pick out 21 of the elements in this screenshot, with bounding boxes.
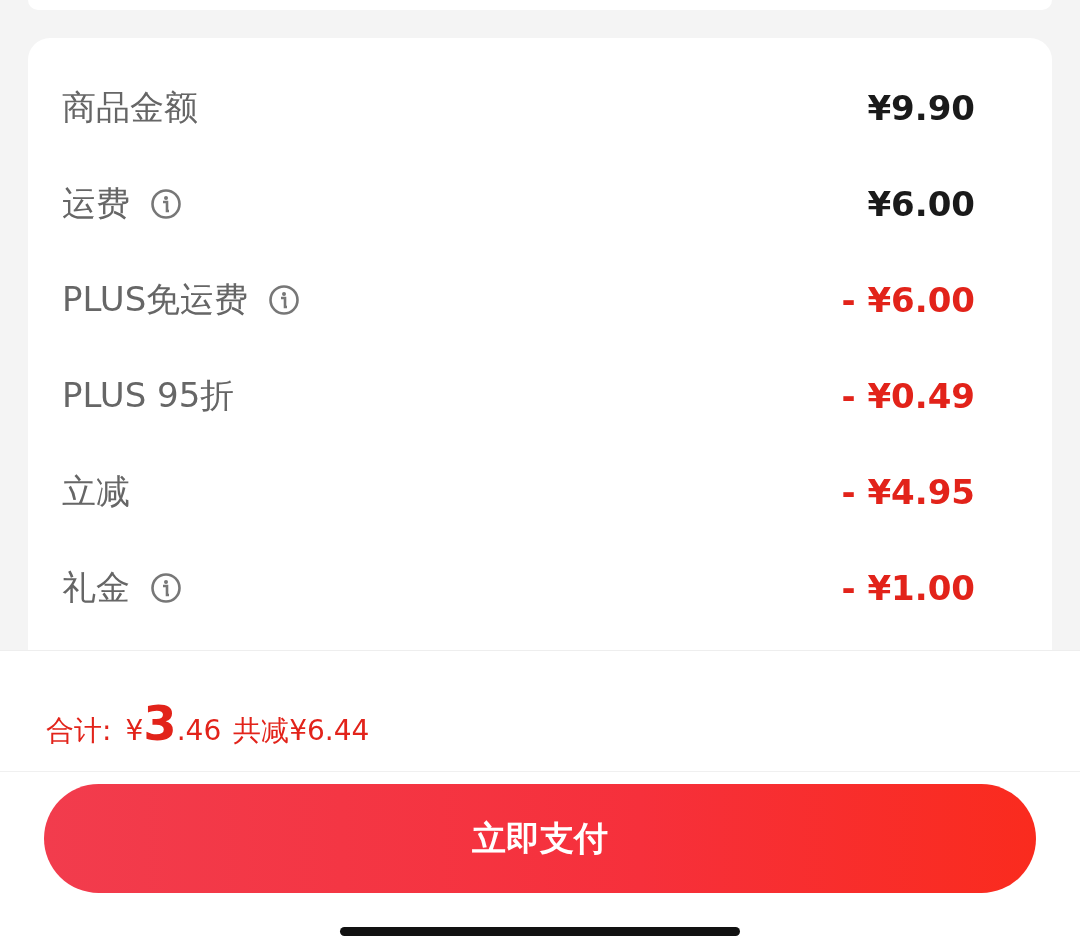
info-icon[interactable] xyxy=(150,188,182,220)
price-amount: - ¥4.95 xyxy=(841,472,975,512)
price-label: PLUS免运费 xyxy=(62,278,249,321)
price-label: 运费 xyxy=(62,182,130,225)
price-label: 立减 xyxy=(62,470,130,513)
price-amount: - ¥1.00 xyxy=(841,568,975,608)
info-icon[interactable] xyxy=(150,572,182,604)
price-label: 礼金 xyxy=(62,566,130,609)
price-amount: - ¥0.49 xyxy=(841,376,975,416)
info-icon[interactable] xyxy=(268,284,301,316)
price-label: 商品金额 xyxy=(62,86,198,129)
total-saving: 共减¥6.44 xyxy=(233,713,370,749)
total-integer: 3 xyxy=(143,695,177,751)
price-amount: - ¥6.00 xyxy=(841,280,975,320)
price-amount: ¥9.90 xyxy=(867,88,975,128)
currency-symbol: ¥ xyxy=(125,714,144,747)
price-amount: ¥6.00 xyxy=(867,184,975,224)
pay-button[interactable]: 立即支付 xyxy=(44,784,1036,893)
total-label: 合计: xyxy=(46,713,112,749)
total-decimal: .46 xyxy=(176,714,222,747)
price-label: PLUS 95折 xyxy=(62,374,235,417)
